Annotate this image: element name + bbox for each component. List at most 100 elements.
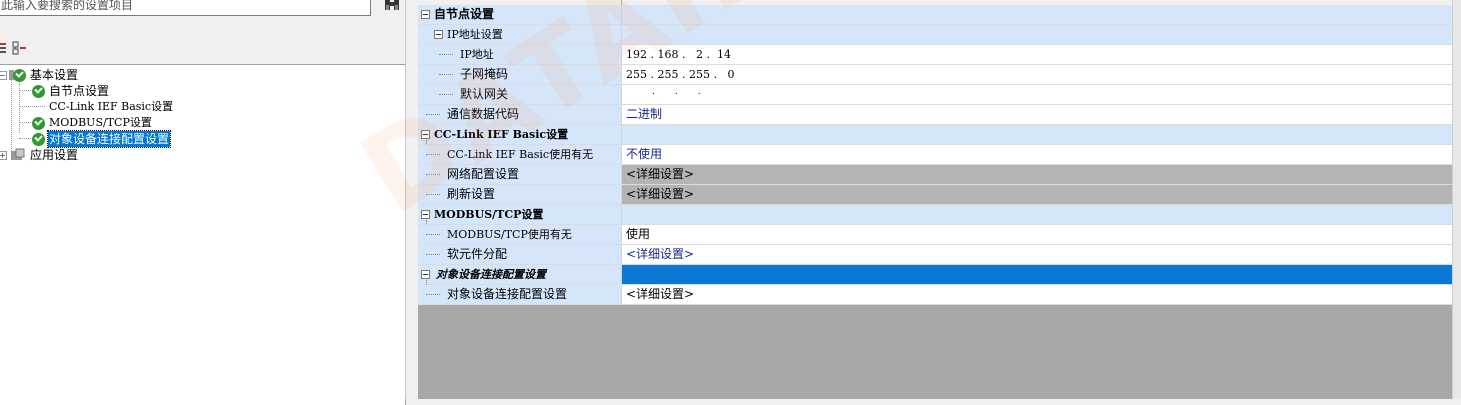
subnet-mask-value[interactable]: 255 . 255 . 255 . 0 — [622, 65, 1452, 84]
property-label: 子网掩码 — [460, 67, 509, 81]
search-input[interactable] — [0, 0, 370, 15]
row-name-cell: 自节点设置 — [418, 5, 622, 24]
property-row-device-assignment[interactable]: 软元件分配 <详细设置> — [418, 245, 1452, 265]
check-icon — [32, 85, 45, 98]
collapse-icon[interactable] — [421, 270, 430, 279]
cc-link-enable-value[interactable]: 不使用 — [622, 145, 1452, 164]
pane-splitter[interactable] — [405, 0, 419, 399]
tree-item-label: 自节点设置 — [49, 84, 110, 98]
property-label: 网络配置设置 — [447, 167, 520, 181]
property-row-communication-data-code[interactable]: 通信数据代码 二进制 — [418, 105, 1452, 125]
grid-guide-line — [439, 54, 453, 55]
grid-guide-line — [439, 74, 453, 75]
modbus-enable-value[interactable]: 使用 — [622, 225, 1452, 244]
subcategory-row-ip-settings[interactable]: IP地址设置 — [418, 25, 1452, 45]
category-row-modbus[interactable]: MODBUS/TCP设置 — [418, 205, 1452, 225]
device-assignment-detail-button[interactable]: <详细设置> — [622, 245, 1452, 264]
binoculars-icon — [385, 0, 399, 10]
tree-toolbar — [0, 40, 60, 60]
tree-guide-line — [11, 75, 12, 155]
grid-guide-line — [426, 234, 440, 235]
collapse-icon[interactable] — [421, 130, 430, 139]
row-value-cell — [622, 25, 1452, 44]
property-label: CC-Link IEF Basic使用有无 — [447, 148, 594, 161]
subcategory-label: IP地址设置 — [447, 28, 503, 41]
property-row-device-connection-config[interactable]: 对象设备连接配置设置 <详细设置> — [418, 285, 1452, 305]
default-gateway-value[interactable]: . . . — [622, 85, 1452, 104]
category-row-cc-link[interactable]: CC-Link IEF Basic设置 — [418, 125, 1452, 145]
row-name-cell: MODBUS/TCP设置 — [418, 205, 622, 224]
row-name-cell: CC-Link IEF Basic使用有无 — [418, 145, 622, 164]
expand-toggle-icon[interactable]: + — [0, 151, 7, 160]
tree-item-label: 基本设置 — [30, 68, 79, 82]
row-name-cell: MODBUS/TCP使用有无 — [418, 225, 622, 244]
communication-data-code-value[interactable]: 二进制 — [622, 105, 1452, 124]
navigation-pane: − 基本设置 自节点设置 CC-Link IEF Basic设置 MODBUS/… — [0, 0, 406, 405]
property-row-ip-address[interactable]: IP地址 192 . 168 . 2 . 14 — [418, 45, 1452, 65]
row-value-cell — [622, 5, 1452, 24]
tree-item-label: CC-Link IEF Basic设置 — [49, 100, 174, 113]
collapse-toggle-icon[interactable]: − — [0, 71, 7, 80]
property-row-cc-link-enable[interactable]: CC-Link IEF Basic使用有无 不使用 — [418, 145, 1452, 165]
row-value-cell-selected — [622, 265, 1452, 284]
grid-guide-line — [439, 94, 453, 95]
row-name-cell: 默认网关 — [418, 85, 622, 104]
settings-tree: − 基本设置 自节点设置 CC-Link IEF Basic设置 MODBUS/… — [0, 64, 406, 405]
tree-item-label: 对象设备连接配置设置 — [46, 130, 172, 148]
category-row-device-connection[interactable]: 对象设备连接配置设置 — [418, 265, 1452, 285]
row-name-cell: 对象设备连接配置设置 — [418, 285, 622, 304]
application-folder-icon — [10, 148, 26, 166]
property-label: 默认网关 — [460, 87, 509, 101]
tree-guide-line — [19, 90, 31, 91]
property-row-refresh-settings[interactable]: 刷新设置 <详细设置> — [418, 185, 1452, 205]
tree-item-label: 应用设置 — [30, 148, 79, 162]
row-name-cell: IP地址 — [418, 45, 622, 64]
tree-guide-line — [19, 106, 45, 107]
network-config-detail-button[interactable]: <详细设置> — [622, 165, 1452, 184]
property-row-network-config[interactable]: 网络配置设置 <详细设置> — [418, 165, 1452, 185]
row-name-cell: 网络配置设置 — [418, 165, 622, 184]
grid-guide-line — [426, 114, 440, 115]
check-icon — [32, 117, 45, 130]
refresh-settings-detail-button[interactable]: <详细设置> — [622, 185, 1452, 204]
check-icon — [32, 133, 45, 146]
collapse-icon[interactable] — [434, 30, 443, 39]
category-label: CC-Link IEF Basic设置 — [434, 128, 569, 141]
tree-guide-line — [19, 138, 31, 139]
property-label: 通信数据代码 — [447, 107, 520, 121]
row-name-cell: 子网掩码 — [418, 65, 622, 84]
vertical-scrollbar[interactable] — [1452, 0, 1461, 399]
row-value-cell — [622, 205, 1452, 224]
property-label: IP地址 — [460, 48, 494, 61]
ip-address-value[interactable]: 192 . 168 . 2 . 14 — [622, 45, 1452, 64]
collapse-all-icon[interactable] — [12, 40, 28, 56]
row-value-cell — [622, 125, 1452, 144]
grid-guide-line — [426, 294, 440, 295]
property-label: 对象设备连接配置设置 — [447, 287, 568, 301]
grid-guide-line — [426, 174, 440, 175]
search-button[interactable] — [382, 0, 402, 14]
row-name-cell: CC-Link IEF Basic设置 — [418, 125, 622, 144]
tree-guide-line — [19, 122, 31, 123]
category-label: 对象设备连接配置设置 — [436, 268, 546, 281]
property-label: MODBUS/TCP使用有无 — [447, 228, 572, 241]
row-name-cell: IP地址设置 — [418, 25, 622, 44]
property-row-subnet-mask[interactable]: 子网掩码 255 . 255 . 255 . 0 — [418, 65, 1452, 85]
row-name-cell: 软元件分配 — [418, 245, 622, 264]
grid-guide-line — [426, 194, 440, 195]
tree-item-label: MODBUS/TCP设置 — [49, 116, 152, 129]
property-row-modbus-enable[interactable]: MODBUS/TCP使用有无 使用 — [418, 225, 1452, 245]
property-grid: 自节点设置 IP地址设置 IP地址 192 . 168 . 2 . 14 子网掩… — [418, 0, 1461, 399]
collapse-icon[interactable] — [421, 10, 430, 19]
property-row-default-gateway[interactable]: 默认网关 . . . — [418, 85, 1452, 105]
device-connection-detail-button[interactable]: <详细设置> — [622, 285, 1452, 304]
category-label: 自节点设置 — [434, 7, 495, 21]
row-name-cell: 对象设备连接配置设置 — [418, 265, 622, 284]
category-row-own-node[interactable]: 自节点设置 — [418, 5, 1452, 25]
search-box[interactable] — [0, 0, 371, 16]
collapse-icon[interactable] — [421, 210, 430, 219]
expand-all-icon[interactable] — [0, 40, 12, 56]
grid-guide-line — [426, 154, 440, 155]
property-label: 刷新设置 — [447, 187, 496, 201]
property-label: 软元件分配 — [447, 247, 508, 261]
